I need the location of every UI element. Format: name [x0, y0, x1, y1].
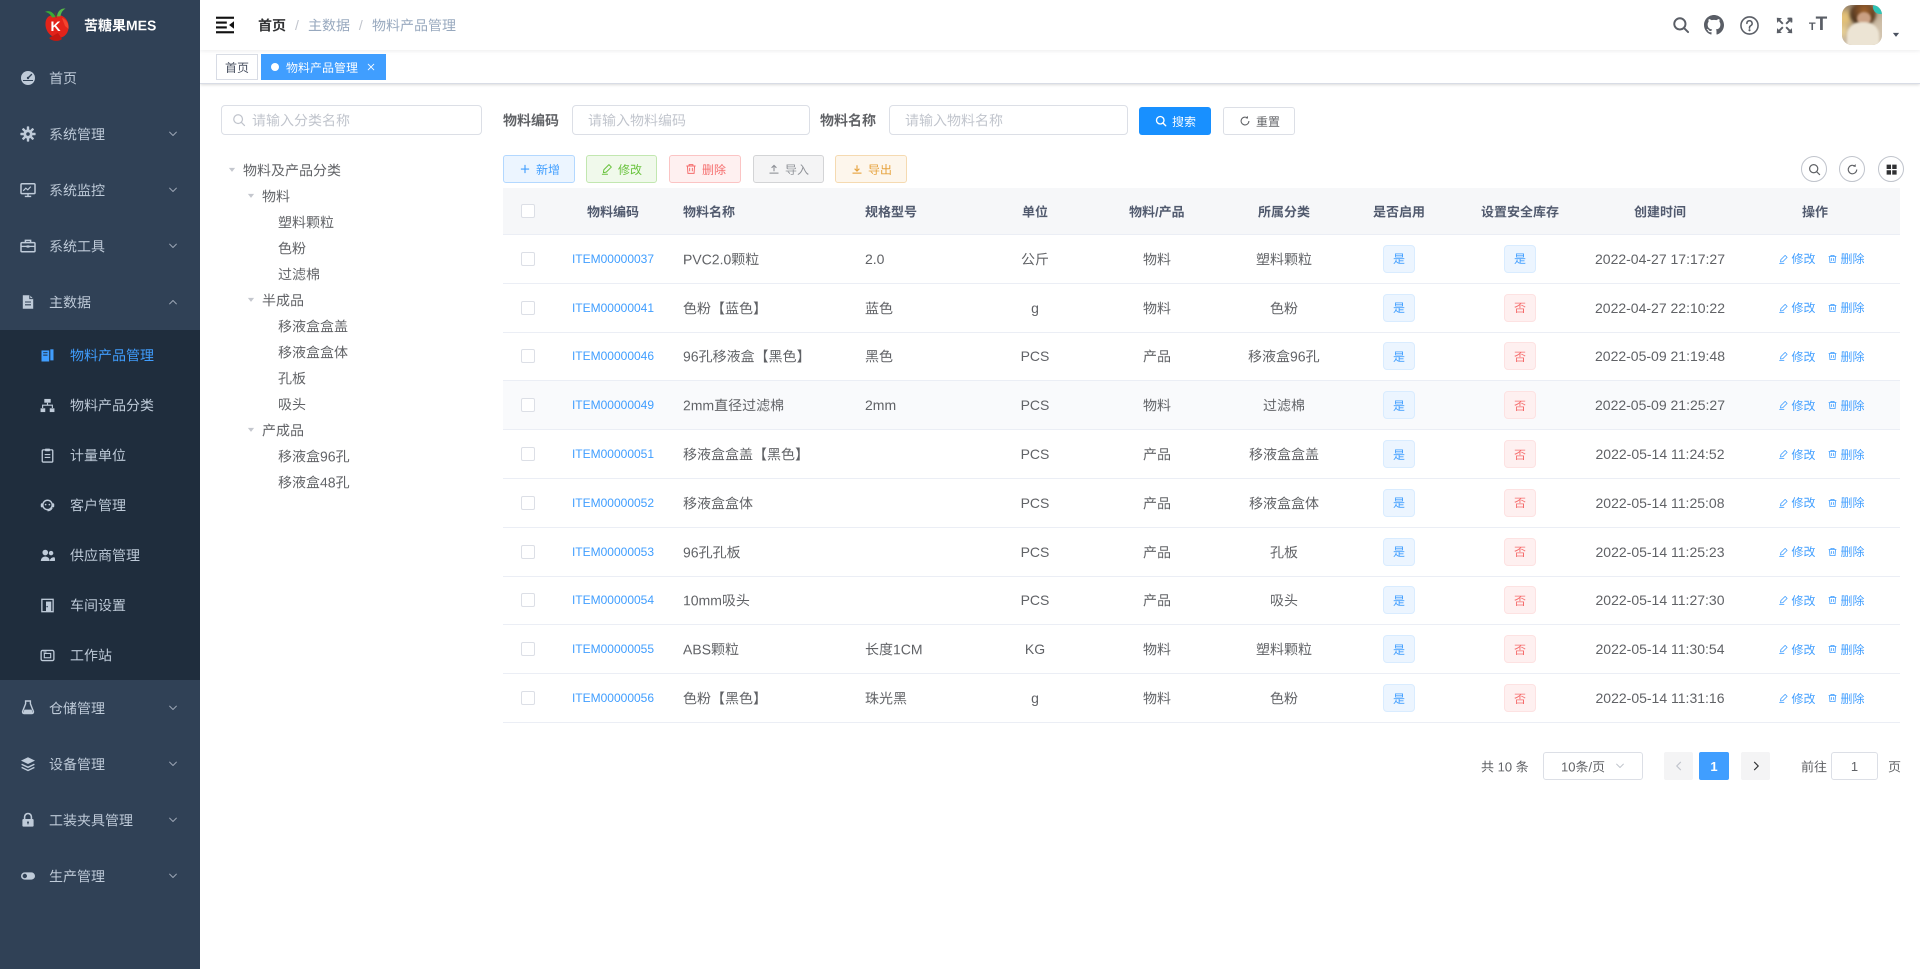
svg-text:K: K: [51, 18, 61, 34]
